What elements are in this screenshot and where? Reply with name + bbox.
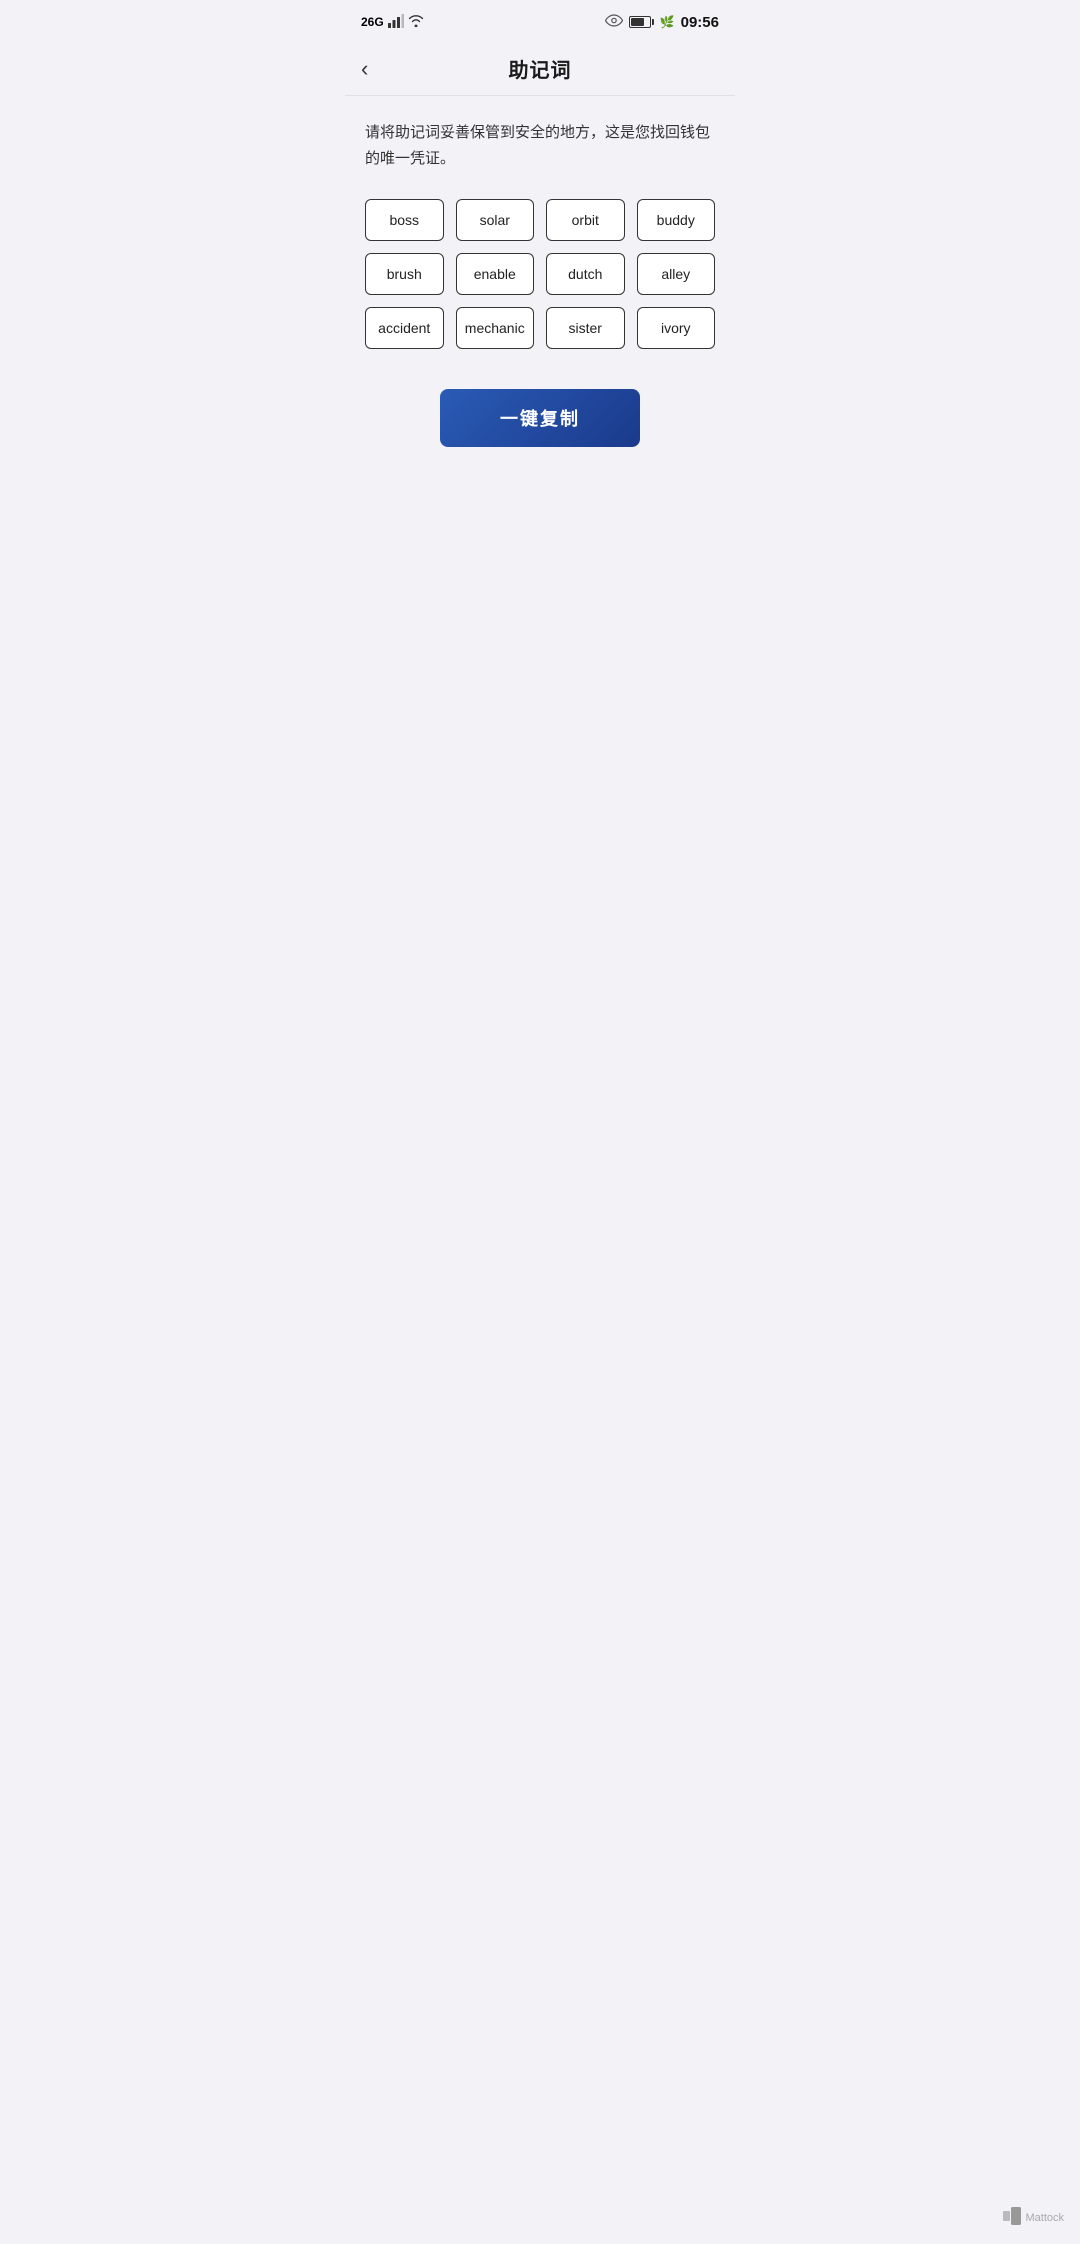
mnemonic-word-4: buddy (637, 199, 716, 241)
main-content: 请将助记词妥善保管到安全的地方，这是您找回钱包的唯一凭证。 boss solaro… (345, 96, 735, 467)
status-right: 🌿 09:56 (605, 14, 719, 31)
network-indicator: 26G (361, 15, 384, 29)
status-left: 26G (361, 14, 424, 31)
battery-icon (629, 16, 654, 28)
mnemonic-word-10: mechanic (456, 307, 535, 349)
description-text: 请将助记词妥善保管到安全的地方，这是您找回钱包的唯一凭证。 (365, 120, 715, 171)
mnemonic-word-2: solar (456, 199, 535, 241)
copy-button-wrapper: 一键复制 (365, 389, 715, 447)
leaf-icon: 🌿 (660, 15, 675, 29)
page-title: 助记词 (509, 54, 572, 83)
mnemonic-word-11: sister (546, 307, 625, 349)
mnemonic-word-5: brush (365, 253, 444, 295)
copy-all-button[interactable]: 一键复制 (440, 389, 640, 447)
status-bar: 26G (345, 0, 735, 44)
mnemonic-word-grid: boss solar orbit buddy brush enable dutch alley… (365, 199, 715, 349)
wifi-icon (408, 14, 424, 30)
mnemonic-word-7: dutch (546, 253, 625, 295)
eye-icon (605, 14, 623, 30)
mnemonic-word-8: alley (637, 253, 716, 295)
mnemonic-word-12: ivory (637, 307, 716, 349)
watermark-logo (1003, 2207, 1021, 2228)
nav-bar: ‹ 助记词 (345, 44, 735, 96)
watermark-text: Mattock (1025, 2212, 1064, 2224)
signal-icon (388, 14, 404, 31)
footer-watermark: Mattock (1003, 2207, 1064, 2228)
back-button[interactable]: ‹ (361, 56, 368, 82)
mnemonic-word-6: enable (456, 253, 535, 295)
mnemonic-word-9: accident (365, 307, 444, 349)
time-display: 09:56 (681, 14, 719, 31)
mnemonic-word-1: boss (365, 199, 444, 241)
mnemonic-word-3: orbit (546, 199, 625, 241)
